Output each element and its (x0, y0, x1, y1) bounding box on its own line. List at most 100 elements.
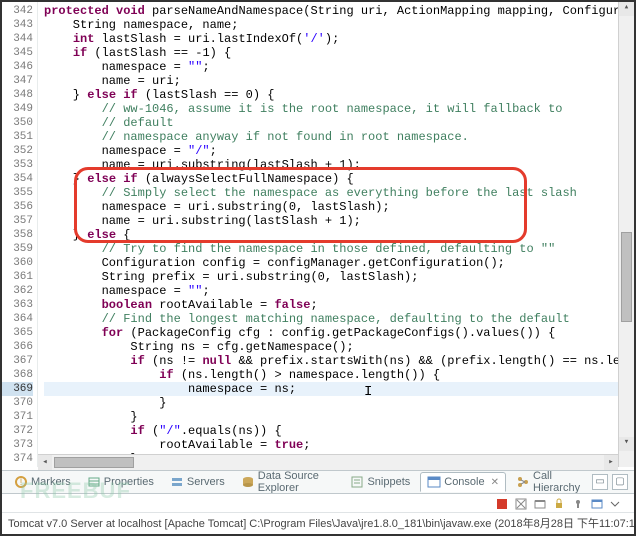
code-editor[interactable]: 3423433443453463473483493503513523533543… (2, 2, 634, 467)
line-number: 346 (2, 60, 33, 74)
line-number: 360 (2, 256, 33, 270)
code-line[interactable]: // ww-1046, assume it is the root namesp… (44, 102, 634, 116)
line-number-gutter: 3423433443453463473483493503513523533543… (2, 2, 38, 467)
line-number: 374 (2, 452, 33, 466)
tab-label: Markers (31, 476, 71, 488)
tab-label: Console (444, 476, 484, 488)
console-icon (427, 475, 441, 489)
code-line[interactable]: name = uri.substring(lastSlash + 1); (44, 158, 634, 172)
tab-label: Call Hierarchy (533, 470, 582, 494)
line-number: 371 (2, 410, 33, 424)
tab-data-source-explorer[interactable]: Data Source Explorer (235, 470, 341, 494)
code-line[interactable]: } else if (lastSlash == 0) { (44, 88, 634, 102)
status-bar: Tomcat v7.0 Server at localhost [Apache … (2, 514, 634, 532)
snippets-icon (350, 475, 364, 489)
line-number: 372 (2, 424, 33, 438)
code-line[interactable]: if (ns != null && prefix.startsWith(ns) … (44, 354, 634, 368)
code-line[interactable]: namespace = uri.substring(0, lastSlash); (44, 200, 634, 214)
terminate-icon[interactable] (496, 497, 510, 511)
code-line[interactable]: // Try to find the namespace in those de… (44, 242, 634, 256)
line-number: 345 (2, 46, 33, 60)
scroll-up-arrow-icon[interactable]: ▴ (619, 2, 634, 16)
code-line[interactable]: name = uri.substring(lastSlash + 1); (44, 214, 634, 228)
code-line[interactable]: } (44, 396, 634, 410)
servers-icon (170, 475, 184, 489)
code-line[interactable]: } else if (alwaysSelectFullNamespace) { (44, 172, 634, 186)
line-number: 350 (2, 116, 33, 130)
code-line[interactable]: // namespace anyway if not found in root… (44, 130, 634, 144)
display-selected-console-icon[interactable] (591, 497, 605, 511)
line-number: 357 (2, 214, 33, 228)
tab-servers[interactable]: Servers (164, 473, 231, 491)
line-number: 359 (2, 242, 33, 256)
line-number: 353 (2, 158, 33, 172)
line-number: 364 (2, 312, 33, 326)
code-line[interactable]: rootAvailable = true; (44, 438, 634, 452)
tab-label: Snippets (367, 476, 410, 488)
code-line[interactable]: Configuration config = configManager.get… (44, 256, 634, 270)
tab-toolbar: ▭ ▢ (592, 474, 634, 490)
code-line[interactable]: namespace = ns; (44, 382, 634, 396)
code-line[interactable]: String ns = cfg.getNamespace(); (44, 340, 634, 354)
line-number: 355 (2, 186, 33, 200)
clear-console-icon[interactable] (534, 497, 548, 511)
line-number: 373 (2, 438, 33, 452)
code-line[interactable]: } else { (44, 228, 634, 242)
code-line[interactable]: for (PackageConfig cfg : config.getPacka… (44, 326, 634, 340)
line-number: 351 (2, 130, 33, 144)
code-line[interactable]: // Find the longest matching namespace, … (44, 312, 634, 326)
line-number: 365 (2, 326, 33, 340)
code-line[interactable]: // default (44, 116, 634, 130)
code-line[interactable]: if (lastSlash == -1) { (44, 46, 634, 60)
code-line[interactable]: if (ns.length() > namespace.length()) { (44, 368, 634, 382)
code-content[interactable]: protected void parseNameAndNamespace(Str… (38, 2, 634, 467)
code-line[interactable]: namespace = "/"; (44, 144, 634, 158)
scroll-left-arrow-icon[interactable]: ◂ (38, 455, 52, 470)
tab-properties[interactable]: Properties (81, 473, 160, 491)
horizontal-scroll-thumb[interactable] (54, 457, 134, 468)
minimize-view-button[interactable]: ▭ (592, 474, 608, 490)
line-number: 361 (2, 270, 33, 284)
line-number: 366 (2, 340, 33, 354)
line-number: 347 (2, 74, 33, 88)
tab-label: Properties (104, 476, 154, 488)
code-line[interactable]: boolean rootAvailable = false; (44, 298, 634, 312)
tab-snippets[interactable]: Snippets (344, 473, 416, 491)
code-line[interactable]: namespace = ""; (44, 284, 634, 298)
line-number: 343 (2, 18, 33, 32)
line-number: 352 (2, 144, 33, 158)
line-number: 369 (2, 382, 33, 396)
tab-label: Servers (187, 476, 225, 488)
code-line[interactable]: namespace = ""; (44, 60, 634, 74)
horizontal-scrollbar[interactable]: ◂ ▸ (38, 454, 618, 470)
code-line[interactable]: name = uri; (44, 74, 634, 88)
remove-all-terminated-icon[interactable] (515, 497, 529, 511)
line-number: 367 (2, 354, 33, 368)
close-icon[interactable]: ✕ (491, 477, 499, 488)
line-number: 370 (2, 396, 33, 410)
code-line[interactable]: String prefix = uri.substring(0, lastSla… (44, 270, 634, 284)
scroll-lock-icon[interactable] (553, 497, 567, 511)
scroll-down-arrow-icon[interactable]: ▾ (619, 437, 634, 451)
open-console-dropdown-icon[interactable] (610, 497, 624, 511)
line-number: 344 (2, 32, 33, 46)
code-line[interactable]: // Simply select the namespace as everyt… (44, 186, 634, 200)
code-line[interactable]: String namespace, name; (44, 18, 634, 32)
vertical-scrollbar[interactable]: ▴ ▾ (618, 2, 634, 467)
line-number: 348 (2, 88, 33, 102)
code-line[interactable]: if ("/".equals(ns)) { (44, 424, 634, 438)
maximize-view-button[interactable]: ▢ (612, 474, 628, 490)
scroll-right-arrow-icon[interactable]: ▸ (604, 455, 618, 470)
pin-console-icon[interactable] (572, 497, 586, 511)
tab-console[interactable]: Console ✕ (420, 472, 506, 492)
tab-call-hierarchy[interactable]: Call Hierarchy (510, 470, 588, 494)
view-tabs: !Markers Properties Servers Data Source Exp… (2, 470, 634, 494)
console-toolbar (2, 495, 634, 513)
vertical-scroll-thumb[interactable] (621, 232, 632, 322)
code-line[interactable]: } (44, 410, 634, 424)
code-line[interactable]: int lastSlash = uri.lastIndexOf('/'); (44, 32, 634, 46)
line-number: 362 (2, 284, 33, 298)
code-line[interactable]: protected void parseNameAndNamespace(Str… (44, 4, 634, 18)
line-number: 349 (2, 102, 33, 116)
tab-markers[interactable]: !Markers (8, 473, 77, 491)
